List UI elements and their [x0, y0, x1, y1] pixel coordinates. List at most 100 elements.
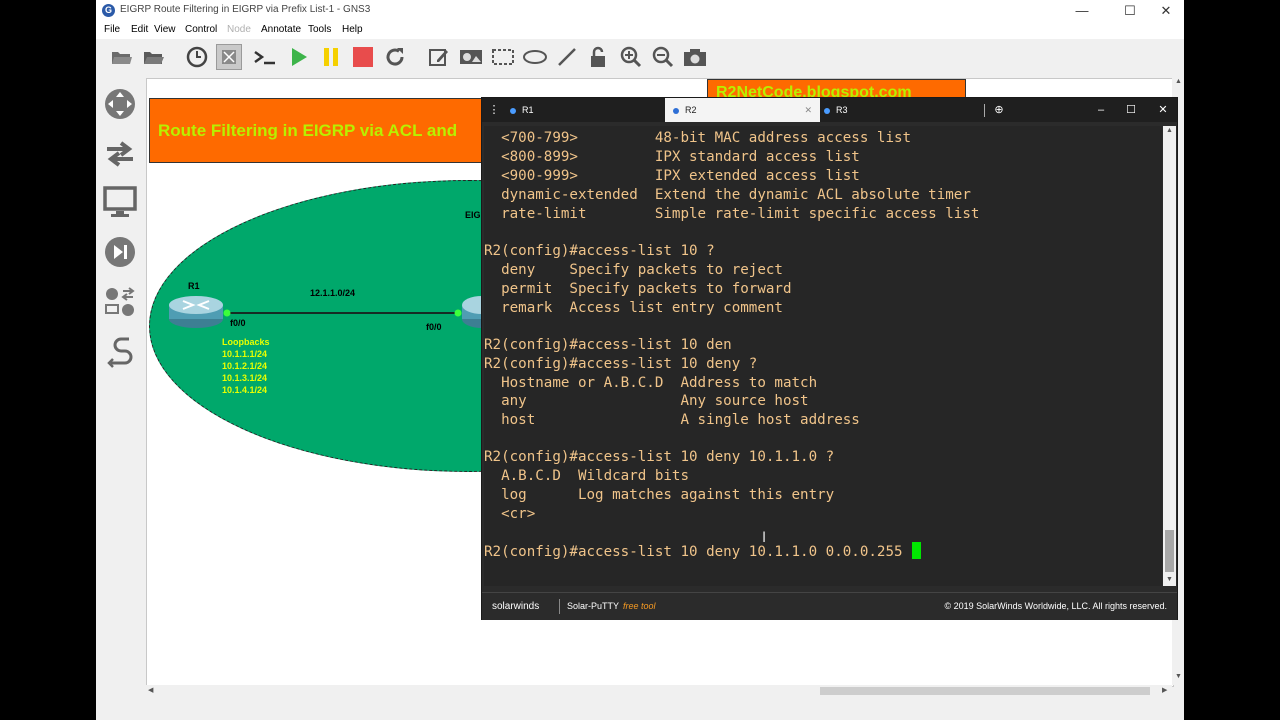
scroll-right-arrow-icon[interactable]: ▶	[1162, 686, 1167, 694]
draw-rectangle-icon[interactable]	[490, 44, 516, 70]
draw-ellipse-icon[interactable]	[522, 44, 548, 70]
terminal-line: dynamic-extended Extend the dynamic ACL …	[484, 187, 971, 203]
tab-r2-label: R2	[685, 105, 697, 115]
product-name: Solar-PuTTY free tool	[567, 601, 656, 611]
terminal-line: log Log matches against this entry	[484, 487, 835, 503]
loopback-3: 10.1.3.1/24	[222, 373, 268, 383]
insert-picture-icon[interactable]	[458, 44, 484, 70]
tab-r1[interactable]: R1	[510, 98, 662, 122]
terminal-line: R2(config)#access-list 10 ?	[484, 243, 715, 259]
terminal-tab-bar: ⋮ R1 R2 ✕ R3 ⊕ – ☐ ✕	[482, 98, 1177, 122]
session-dot-icon	[510, 107, 516, 114]
terminal-minimize-icon[interactable]: –	[1086, 98, 1116, 122]
lock-icon[interactable]	[586, 44, 612, 70]
canvas-horizontal-scrollbar[interactable]: ◀ ▶	[146, 685, 1172, 697]
add-note-icon[interactable]	[426, 44, 452, 70]
menu-control[interactable]: Control	[185, 24, 217, 35]
r1-port-label: f0/0	[230, 318, 246, 328]
terminal-scroll-thumb[interactable]	[1165, 530, 1174, 572]
terminal-prompt-line[interactable]: R2(config)#access-list 10 deny 10.1.1.0 …	[484, 542, 922, 561]
terminal-line: Hostname or A.B.C.D Address to match	[484, 375, 818, 391]
loopback-1: 10.1.1.1/24	[222, 349, 268, 359]
terminal-line: A.B.C.D Wildcard bits	[484, 468, 689, 484]
stop-all-icon[interactable]	[350, 44, 376, 70]
menu-help[interactable]: Help	[342, 24, 363, 35]
product-label: Solar-PuTTY	[567, 601, 620, 611]
tab-r3-label: R3	[836, 105, 848, 115]
zoom-out-icon[interactable]	[650, 44, 676, 70]
menu-tools[interactable]: Tools	[308, 24, 331, 35]
menu-annotate[interactable]: Annotate	[261, 24, 301, 35]
console-all-icon[interactable]	[252, 44, 278, 70]
draw-line-icon[interactable]	[554, 44, 580, 70]
tab-r3[interactable]: R3	[824, 98, 974, 122]
scroll-up-arrow-icon[interactable]: ▲	[1175, 78, 1182, 85]
terminal-screen[interactable]: <700-799> 48-bit MAC address access list…	[484, 126, 1162, 586]
terminal-current-command: R2(config)#access-list 10 deny 10.1.1.0 …	[484, 544, 912, 560]
routers-icon[interactable]	[102, 86, 138, 122]
solar-putty-window: ⋮ R1 R2 ✕ R3 ⊕ – ☐ ✕ <700-799> 48-bit MA…	[481, 97, 1178, 620]
router-r1-icon[interactable]	[169, 296, 223, 328]
terminal-line: R2(config)#access-list 10 deny 10.1.1.0 …	[484, 449, 835, 465]
suspend-all-icon[interactable]	[318, 44, 344, 70]
terminal-line: <800-899> IPX standard access list	[484, 149, 860, 165]
all-devices-icon[interactable]	[102, 284, 138, 320]
main-toolbar	[96, 40, 1184, 76]
gns3-logo-icon: G	[102, 4, 115, 17]
terminal-close-icon[interactable]: ✕	[1148, 98, 1178, 122]
menu-view[interactable]: View	[154, 24, 176, 35]
menu-node[interactable]: Node	[227, 24, 251, 35]
maximize-button[interactable]: ☐	[1110, 0, 1150, 22]
loopbacks-note[interactable]: Loopbacks 10.1.1.1/24 10.1.2.1/24 10.1.3…	[222, 336, 270, 396]
zoom-in-icon[interactable]	[618, 44, 644, 70]
terminal-line: R2(config)#access-list 10 den	[484, 337, 732, 353]
scroll-down-arrow-icon[interactable]: ▼	[1175, 673, 1182, 680]
new-project-icon[interactable]	[108, 44, 134, 70]
terminal-line: <900-999> IPX extended access list	[484, 168, 860, 184]
loopbacks-title: Loopbacks	[222, 337, 270, 347]
security-devices-icon[interactable]	[102, 234, 138, 270]
r1-port-status	[223, 309, 231, 317]
terminal-line: host A single host address	[484, 412, 860, 428]
tab-close-icon[interactable]: ✕	[804, 98, 812, 122]
minimize-button[interactable]: —	[1062, 0, 1102, 22]
menu-edit[interactable]: Edit	[131, 24, 148, 35]
open-project-icon[interactable]	[140, 44, 166, 70]
tab-r2[interactable]: R2 ✕	[665, 98, 820, 122]
scroll-left-arrow-icon[interactable]: ◀	[148, 686, 153, 694]
new-tab-icon[interactable]: ⊕	[984, 98, 1014, 122]
terminal-line: R2(config)#access-list 10 deny ?	[484, 356, 758, 372]
terminal-line: deny Specify packets to reject	[484, 262, 783, 278]
menu-file[interactable]: File	[104, 24, 120, 35]
terminal-scroll-down-icon[interactable]: ▼	[1166, 576, 1173, 583]
link-subnet-label: 12.1.1.0/24	[310, 288, 356, 298]
start-all-icon[interactable]	[286, 44, 312, 70]
terminal-line: any Any source host	[484, 393, 809, 409]
terminal-footer: solarwinds Solar-PuTTY free tool © 2019 S…	[482, 592, 1177, 620]
terminal-scroll-up-icon[interactable]: ▲	[1166, 127, 1173, 134]
loopback-2: 10.1.2.1/24	[222, 361, 268, 371]
add-link-icon[interactable]	[102, 334, 138, 370]
close-button[interactable]: ✕	[1146, 0, 1184, 22]
terminal-maximize-icon[interactable]: ☐	[1116, 98, 1146, 122]
terminal-cursor	[912, 542, 922, 559]
copyright-text: © 2019 SolarWinds Worldwide, LLC. All ri…	[944, 601, 1167, 611]
terminal-line: permit Specify packets to forward	[484, 281, 792, 297]
show-interface-labels-icon[interactable]	[216, 44, 242, 70]
reload-all-icon[interactable]	[382, 44, 408, 70]
snapshot-clock-icon[interactable]	[184, 44, 210, 70]
tab-r1-label: R1	[522, 105, 534, 115]
terminal-line: <700-799> 48-bit MAC address access list	[484, 130, 912, 146]
end-devices-icon[interactable]	[102, 184, 138, 220]
text-cursor-icon: I	[762, 530, 767, 546]
loopback-4: 10.1.4.1/24	[222, 385, 268, 395]
title-bar: G EIGRP Route Filtering in EIGRP via Pre…	[96, 0, 1184, 22]
session-dot-icon	[673, 107, 679, 114]
horizontal-scroll-thumb[interactable]	[820, 687, 1150, 695]
session-dot-icon	[824, 107, 830, 114]
terminal-scrollbar[interactable]: ▲ ▼	[1163, 126, 1176, 586]
terminal-line: rate-limit Simple rate-limit specific ac…	[484, 206, 980, 222]
screenshot-camera-icon[interactable]	[682, 44, 708, 70]
switches-icon[interactable]	[102, 136, 138, 172]
terminal-menu-icon[interactable]: ⋮	[482, 98, 506, 122]
